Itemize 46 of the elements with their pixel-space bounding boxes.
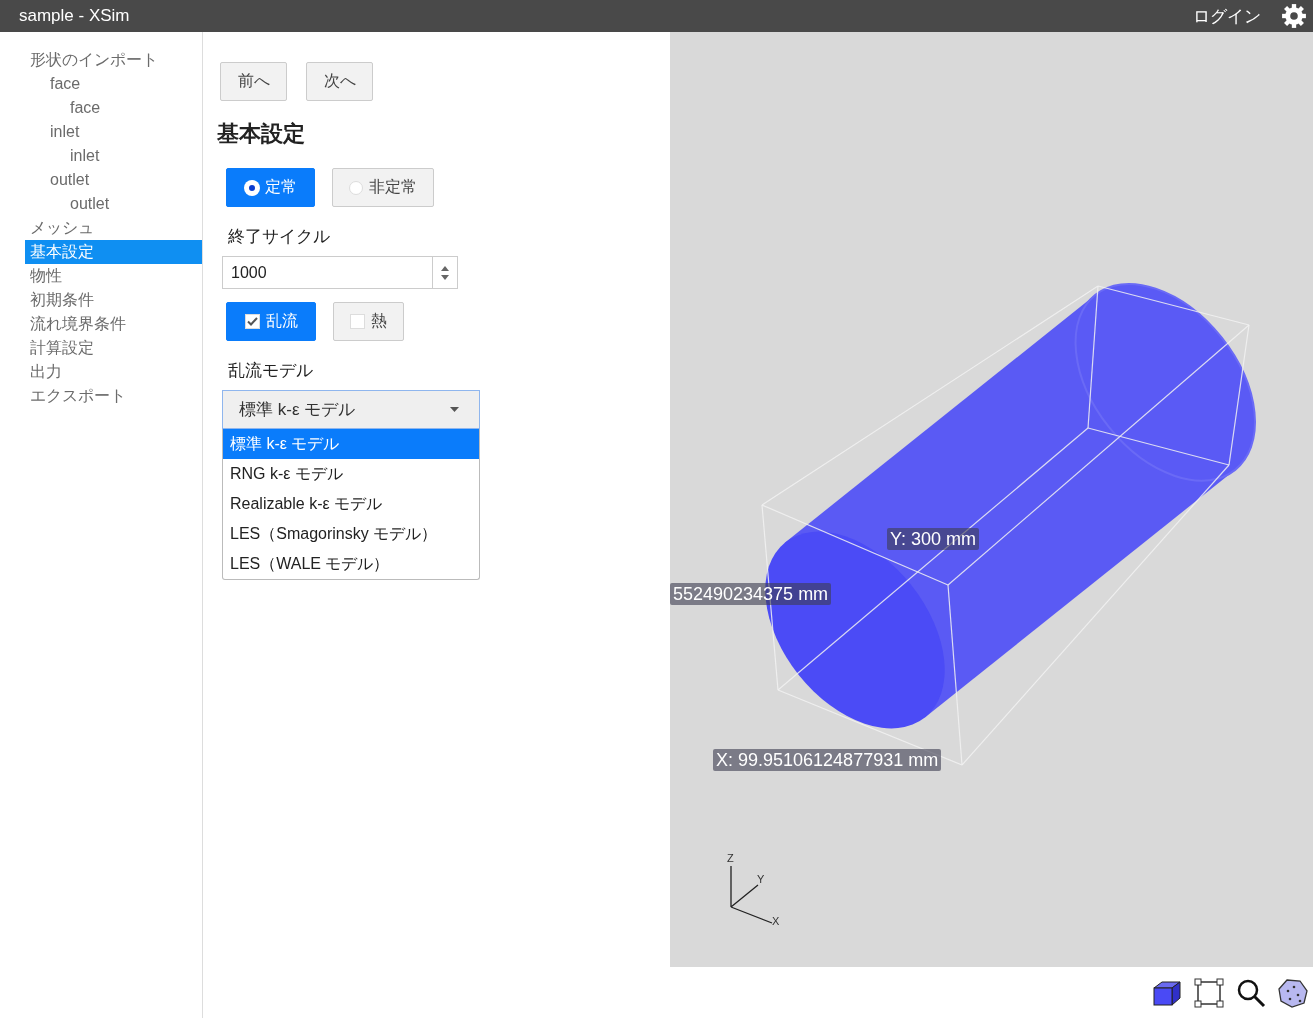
dimension-label: X: 99.95106124877931 mm	[713, 749, 942, 771]
spin-down-icon[interactable]	[441, 274, 449, 280]
sidebar-item[interactable]: face	[25, 72, 202, 96]
sidebar-item[interactable]: 初期条件	[25, 288, 202, 312]
dropdown-option[interactable]: LES（Smagorinsky モデル）	[223, 519, 479, 549]
search-icon[interactable]	[1236, 977, 1266, 1008]
caret-icon	[450, 407, 459, 412]
radio-toggle-button[interactable]: 非定常	[332, 168, 434, 207]
sidebar-item[interactable]: face	[25, 96, 202, 120]
sidebar-item[interactable]: inlet	[25, 120, 202, 144]
spin-buttons[interactable]	[432, 256, 458, 289]
selection-frame-icon[interactable]	[1194, 977, 1224, 1008]
field-label: 終了サイクル	[228, 226, 331, 248]
sidebar-item[interactable]: 形状のインポート	[25, 48, 202, 72]
radio-toggle-button[interactable]: 定常	[226, 168, 315, 207]
sidebar-item[interactable]: エクスポート	[25, 384, 202, 408]
sidebar-item[interactable]: 出力	[25, 360, 202, 384]
dimension-label: 552490234375 mm	[670, 583, 832, 605]
dropdown-option[interactable]: LES（WALE モデル）	[223, 549, 479, 579]
app-title: sample - XSim	[19, 6, 131, 26]
checkbox-toggle-button[interactable]: 乱流	[226, 302, 316, 341]
dropdown-option[interactable]: RNG k-ε モデル	[223, 459, 479, 489]
login-link[interactable]: ログイン	[1193, 4, 1261, 28]
spin-up-icon[interactable]	[441, 265, 449, 271]
section-title: 基本設定	[217, 120, 306, 148]
axis-gizmo-drawing: Z Y X	[727, 852, 780, 927]
sidebar-item[interactable]: 流れ境界条件	[25, 312, 202, 336]
sidebar-item[interactable]: 物性	[25, 264, 202, 288]
nav-button[interactable]: 前へ	[220, 62, 287, 101]
field-label: 乱流モデル	[228, 360, 314, 382]
dropdown-option[interactable]: 標準 k-ε モデル	[223, 429, 479, 459]
sidebar-item[interactable]: 基本設定	[25, 240, 202, 264]
sidebar-item[interactable]: outlet	[25, 168, 202, 192]
checkbox-toggle-button[interactable]: 熱	[333, 302, 404, 341]
settings-icon[interactable]	[1281, 3, 1307, 29]
number-input-field[interactable]: 1000	[222, 256, 432, 289]
sidebar-item[interactable]: inlet	[25, 144, 202, 168]
sidebar-item[interactable]: 計算設定	[25, 336, 202, 360]
polyhedron-icon[interactable]	[1278, 977, 1308, 1008]
model-dropdown[interactable]: 標準 k-ε モデル	[222, 390, 480, 429]
sidebar-item[interactable]: メッシュ	[25, 216, 202, 240]
nav-button[interactable]: 次へ	[306, 62, 373, 101]
dropdown-option[interactable]: Realizable k-ε モデル	[223, 489, 479, 519]
dimension-label: Y: 300 mm	[887, 528, 980, 550]
3d-viewport[interactable]: Z Y X Y: 300 mm 552490234375 mm X: 99.95106124877931 mm	[670, 32, 1313, 967]
sidebar-item[interactable]: outlet	[25, 192, 202, 216]
